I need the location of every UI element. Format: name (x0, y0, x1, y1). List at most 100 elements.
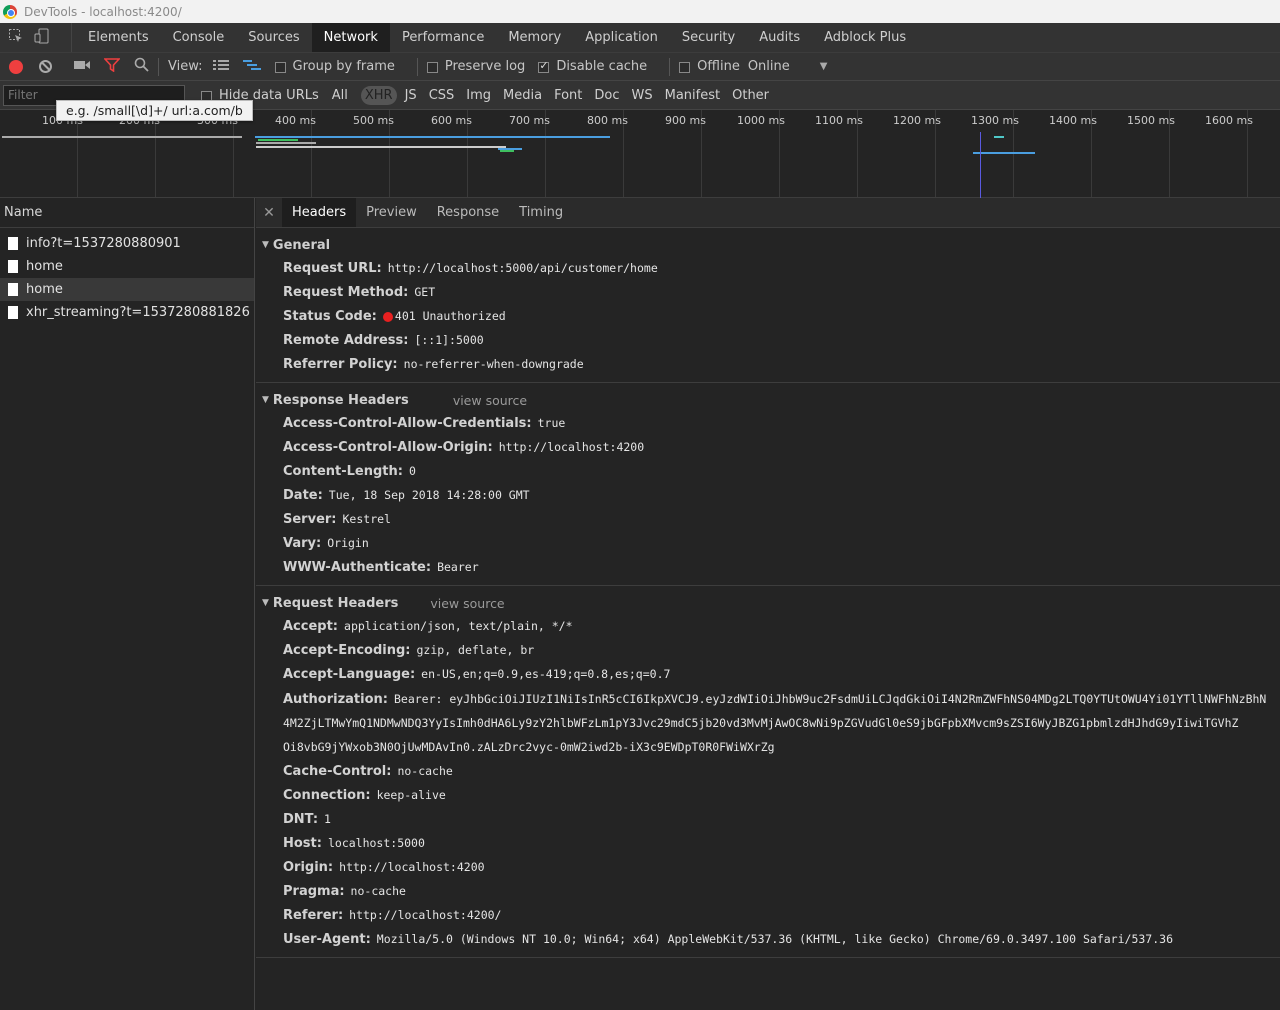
toolbar-divider (669, 57, 671, 76)
header-row: Request URL: http://localhost:5000/api/cu… (283, 260, 658, 276)
timeline-request-bar (2, 136, 242, 138)
filter-type-font[interactable]: Font (550, 86, 586, 105)
tab-audits[interactable]: Audits (747, 23, 812, 52)
dom-content-loaded-marker (980, 132, 981, 198)
header-row-authorization: Authorization: Bearer: eyJhbGciOiJIUzI1Ni… (283, 692, 1267, 754)
tab-timing[interactable]: Timing (509, 198, 573, 227)
offline-checkbox[interactable]: Offline (679, 59, 740, 74)
header-row: Remote Address: [::1]:5000 (283, 332, 484, 348)
filter-type-manifest[interactable]: Manifest (661, 86, 724, 105)
filter-tooltip: e.g. /small[\d]+/ url:a.com/b (56, 100, 253, 121)
chevron-down-icon: ▼ (819, 61, 828, 72)
waterfall-overview-icon[interactable] (242, 59, 261, 75)
status-error-icon (382, 312, 393, 322)
timeline-request-bar (500, 150, 514, 152)
timeline-label: 1300 ms (971, 114, 1019, 127)
response-headers-toggle[interactable]: ▼ Response Headers view source (256, 389, 1280, 411)
filter-type-xhr[interactable]: XHR (360, 85, 397, 105)
inspect-element-icon[interactable] (8, 28, 24, 47)
tab-security[interactable]: Security (670, 23, 747, 52)
timeline-overview[interactable]: 100 ms 200 ms 300 ms 400 ms 500 ms 600 m… (0, 110, 1280, 198)
throttling-select[interactable]: Online ▼ (748, 59, 828, 74)
timeline-request-bar (256, 146, 506, 148)
filter-type-img[interactable]: Img (462, 86, 495, 105)
toolbar-divider (416, 57, 418, 76)
filter-type-doc[interactable]: Doc (590, 86, 623, 105)
header-row: Request Method: GET (283, 284, 436, 300)
tab-adblock-plus[interactable]: Adblock Plus (812, 23, 918, 52)
tab-console[interactable]: Console (161, 23, 237, 52)
clear-button[interactable] (39, 60, 52, 73)
tab-memory[interactable]: Memory (496, 23, 573, 52)
timeline-request-bar (258, 139, 298, 141)
timeline-label: 400 ms (275, 114, 316, 127)
device-toolbar-icon[interactable] (34, 28, 50, 47)
view-source-link[interactable]: view source (430, 596, 504, 611)
tab-network[interactable]: Network (311, 23, 390, 52)
timeline-label: 600 ms (431, 114, 472, 127)
timeline-label: 1500 ms (1127, 114, 1175, 127)
header-row: Pragma: no-cache (283, 883, 406, 899)
filter-icon[interactable] (103, 57, 121, 76)
header-row: Vary: Origin (283, 535, 369, 551)
timeline-request-bar (255, 136, 610, 138)
request-list: Name info?t=1537280880901 home home xhr_… (0, 198, 255, 1010)
timeline-label: 1600 ms (1205, 114, 1253, 127)
filter-type-all[interactable]: All (328, 86, 352, 105)
disable-cache-checkbox[interactable]: Disable cache (538, 59, 647, 74)
large-rows-icon[interactable] (212, 59, 229, 75)
header-row: User-Agent: Mozilla/5.0 (Windows NT 10.0;… (283, 931, 1173, 947)
timeline-label: 1100 ms (815, 114, 863, 127)
preserve-log-checkbox[interactable]: Preserve log (426, 59, 525, 74)
timeline-request-bar (256, 142, 316, 144)
header-row: Host: localhost:5000 (283, 835, 425, 851)
header-row: Content-Length: 0 (283, 463, 416, 479)
capture-screenshots-icon[interactable] (74, 59, 90, 75)
timeline-request-bar (994, 136, 1004, 138)
record-button[interactable] (9, 59, 23, 74)
request-headers-section: ▼ Request Headers view source Accept: app… (256, 586, 1280, 958)
request-row-selected[interactable]: home (0, 278, 254, 301)
triangle-down-icon: ▼ (262, 598, 269, 608)
detail-tabbar: ✕ Headers Preview Response Timing (256, 198, 1280, 228)
toolbar-divider (158, 57, 159, 76)
tab-performance[interactable]: Performance (390, 23, 496, 52)
request-headers-toggle[interactable]: ▼ Request Headers view source (256, 592, 1280, 614)
group-by-frame-checkbox[interactable]: Group by frame (274, 59, 395, 74)
triangle-down-icon: ▼ (262, 240, 269, 250)
filter-type-js[interactable]: JS (401, 86, 421, 105)
filter-type-media[interactable]: Media (499, 86, 546, 105)
header-row: Status Code: 401 Unauthorized (283, 308, 506, 324)
tab-headers[interactable]: Headers (282, 198, 357, 227)
tab-application[interactable]: Application (573, 23, 670, 52)
timeline-label: 1000 ms (737, 114, 785, 127)
request-detail-pane: ✕ Headers Preview Response Timing ▼ Gene… (256, 198, 1280, 1010)
header-row: Accept: application/json, text/plain, */* (283, 618, 573, 634)
timeline-label: 1400 ms (1049, 114, 1097, 127)
general-section-toggle[interactable]: ▼ General (256, 234, 1280, 256)
request-row[interactable]: info?t=1537280880901 (0, 232, 254, 255)
tab-response[interactable]: Response (427, 198, 509, 227)
window-title: DevTools - localhost:4200/ (24, 4, 182, 19)
timeline-label: 800 ms (587, 114, 628, 127)
header-row: WWW-Authenticate: Bearer (283, 559, 479, 575)
timeline-request-bar (973, 152, 1035, 154)
search-icon[interactable] (134, 57, 149, 76)
header-row: DNT: 1 (283, 811, 331, 827)
tab-elements[interactable]: Elements (76, 23, 161, 52)
view-label: View: (168, 59, 203, 74)
request-row[interactable]: home (0, 255, 254, 278)
chrome-logo-icon (3, 4, 17, 19)
filter-type-other[interactable]: Other (728, 86, 773, 105)
window-titlebar: DevTools - localhost:4200/ (0, 0, 1280, 23)
filter-type-ws[interactable]: WS (628, 86, 657, 105)
triangle-down-icon: ▼ (262, 395, 269, 405)
tab-preview[interactable]: Preview (356, 198, 427, 227)
view-source-link[interactable]: view source (453, 393, 527, 408)
tab-sources[interactable]: Sources (236, 23, 311, 52)
devtools-tools (0, 23, 72, 52)
request-row[interactable]: xhr_streaming?t=1537280881826 (0, 301, 254, 324)
name-column-header[interactable]: Name (0, 198, 254, 228)
filter-type-css[interactable]: CSS (425, 86, 459, 105)
close-icon[interactable]: ✕ (256, 198, 282, 227)
